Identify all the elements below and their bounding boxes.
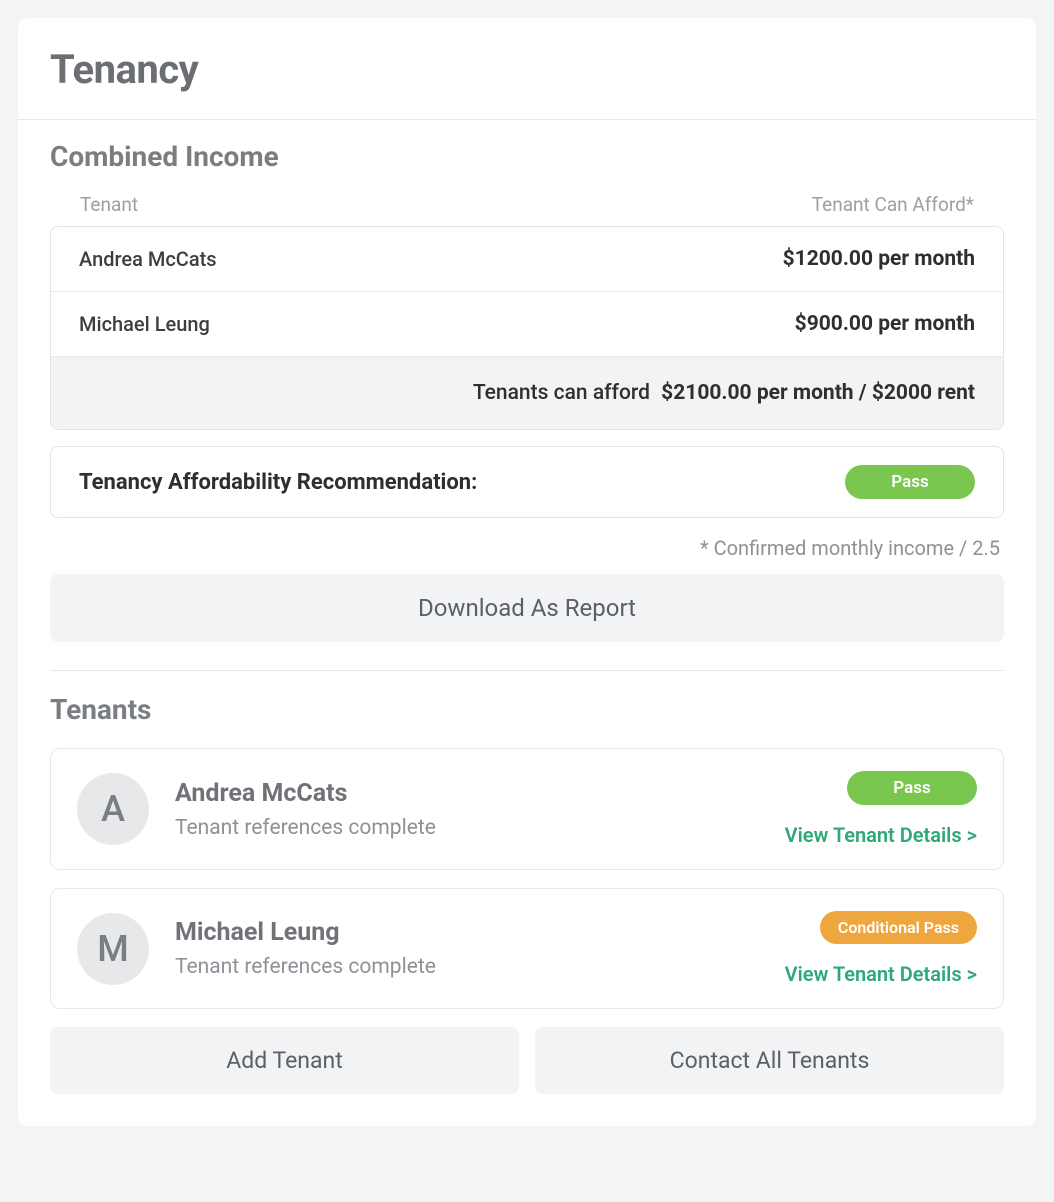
recommendation-badge: Pass [845, 465, 975, 499]
contact-all-tenants-button[interactable]: Contact All Tenants [535, 1027, 1004, 1094]
recommendation-box: Tenancy Affordability Recommendation: Pa… [50, 446, 1004, 518]
tenant-card-name: Andrea McCats [175, 779, 785, 808]
summary-sep: / [854, 381, 872, 405]
tenant-card-right: Pass View Tenant Details > [785, 771, 977, 847]
tenant-info: Michael Leung Tenant references complete [175, 918, 785, 979]
card-header: Tenancy [18, 18, 1036, 120]
summary-amount: $2100.00 per month [661, 381, 853, 405]
tenant-card: A Andrea McCats Tenant references comple… [50, 748, 1004, 870]
tenant-name: Andrea McCats [79, 247, 217, 271]
recommendation-label: Tenancy Affordability Recommendation: [79, 470, 477, 495]
tenant-card-right: Conditional Pass View Tenant Details > [785, 911, 977, 986]
tenant-info: Andrea McCats Tenant references complete [175, 779, 785, 840]
tenant-card-status: Tenant references complete [175, 816, 785, 840]
tenant-status-badge: Conditional Pass [820, 911, 977, 944]
page-title: Tenancy [50, 46, 1004, 93]
download-report-button[interactable]: Download As Report [50, 574, 1004, 642]
avatar: A [77, 773, 149, 845]
income-summary-row: Tenants can afford $2100.00 per month / … [51, 357, 1003, 429]
tenant-name: Michael Leung [79, 312, 210, 336]
tenants-heading: Tenants [50, 693, 1004, 726]
combined-income-heading: Combined Income [50, 140, 1004, 173]
view-tenant-details-link[interactable]: View Tenant Details > [785, 962, 977, 986]
tenant-card-status: Tenant references complete [175, 955, 785, 979]
summary-rent: $2000 rent [872, 381, 975, 405]
summary-label: Tenants can afford [473, 381, 650, 405]
tenant-actions-row: Add Tenant Contact All Tenants [50, 1027, 1004, 1126]
view-tenant-details-link[interactable]: View Tenant Details > [785, 823, 977, 847]
income-table-headers: Tenant Tenant Can Afford* [50, 187, 1004, 226]
tenant-amount: $900.00 per month [795, 312, 975, 336]
col-tenant: Tenant [80, 193, 138, 216]
avatar: M [77, 913, 149, 985]
section-divider [50, 670, 1004, 671]
income-row: Andrea McCats $1200.00 per month [51, 227, 1003, 292]
income-table: Andrea McCats $1200.00 per month Michael… [50, 226, 1004, 430]
income-row: Michael Leung $900.00 per month [51, 292, 1003, 357]
tenant-status-badge: Pass [847, 771, 977, 805]
tenant-amount: $1200.00 per month [783, 247, 975, 271]
tenant-card-name: Michael Leung [175, 918, 785, 947]
add-tenant-button[interactable]: Add Tenant [50, 1027, 519, 1094]
col-afford: Tenant Can Afford* [812, 193, 974, 216]
income-footnote: * Confirmed monthly income / 2.5 [54, 536, 1000, 560]
combined-income-section: Combined Income Tenant Tenant Can Afford… [18, 120, 1036, 671]
tenants-section: Tenants A Andrea McCats Tenant reference… [18, 693, 1036, 1126]
tenancy-card: Tenancy Combined Income Tenant Tenant Ca… [18, 18, 1036, 1126]
tenant-card: M Michael Leung Tenant references comple… [50, 888, 1004, 1009]
